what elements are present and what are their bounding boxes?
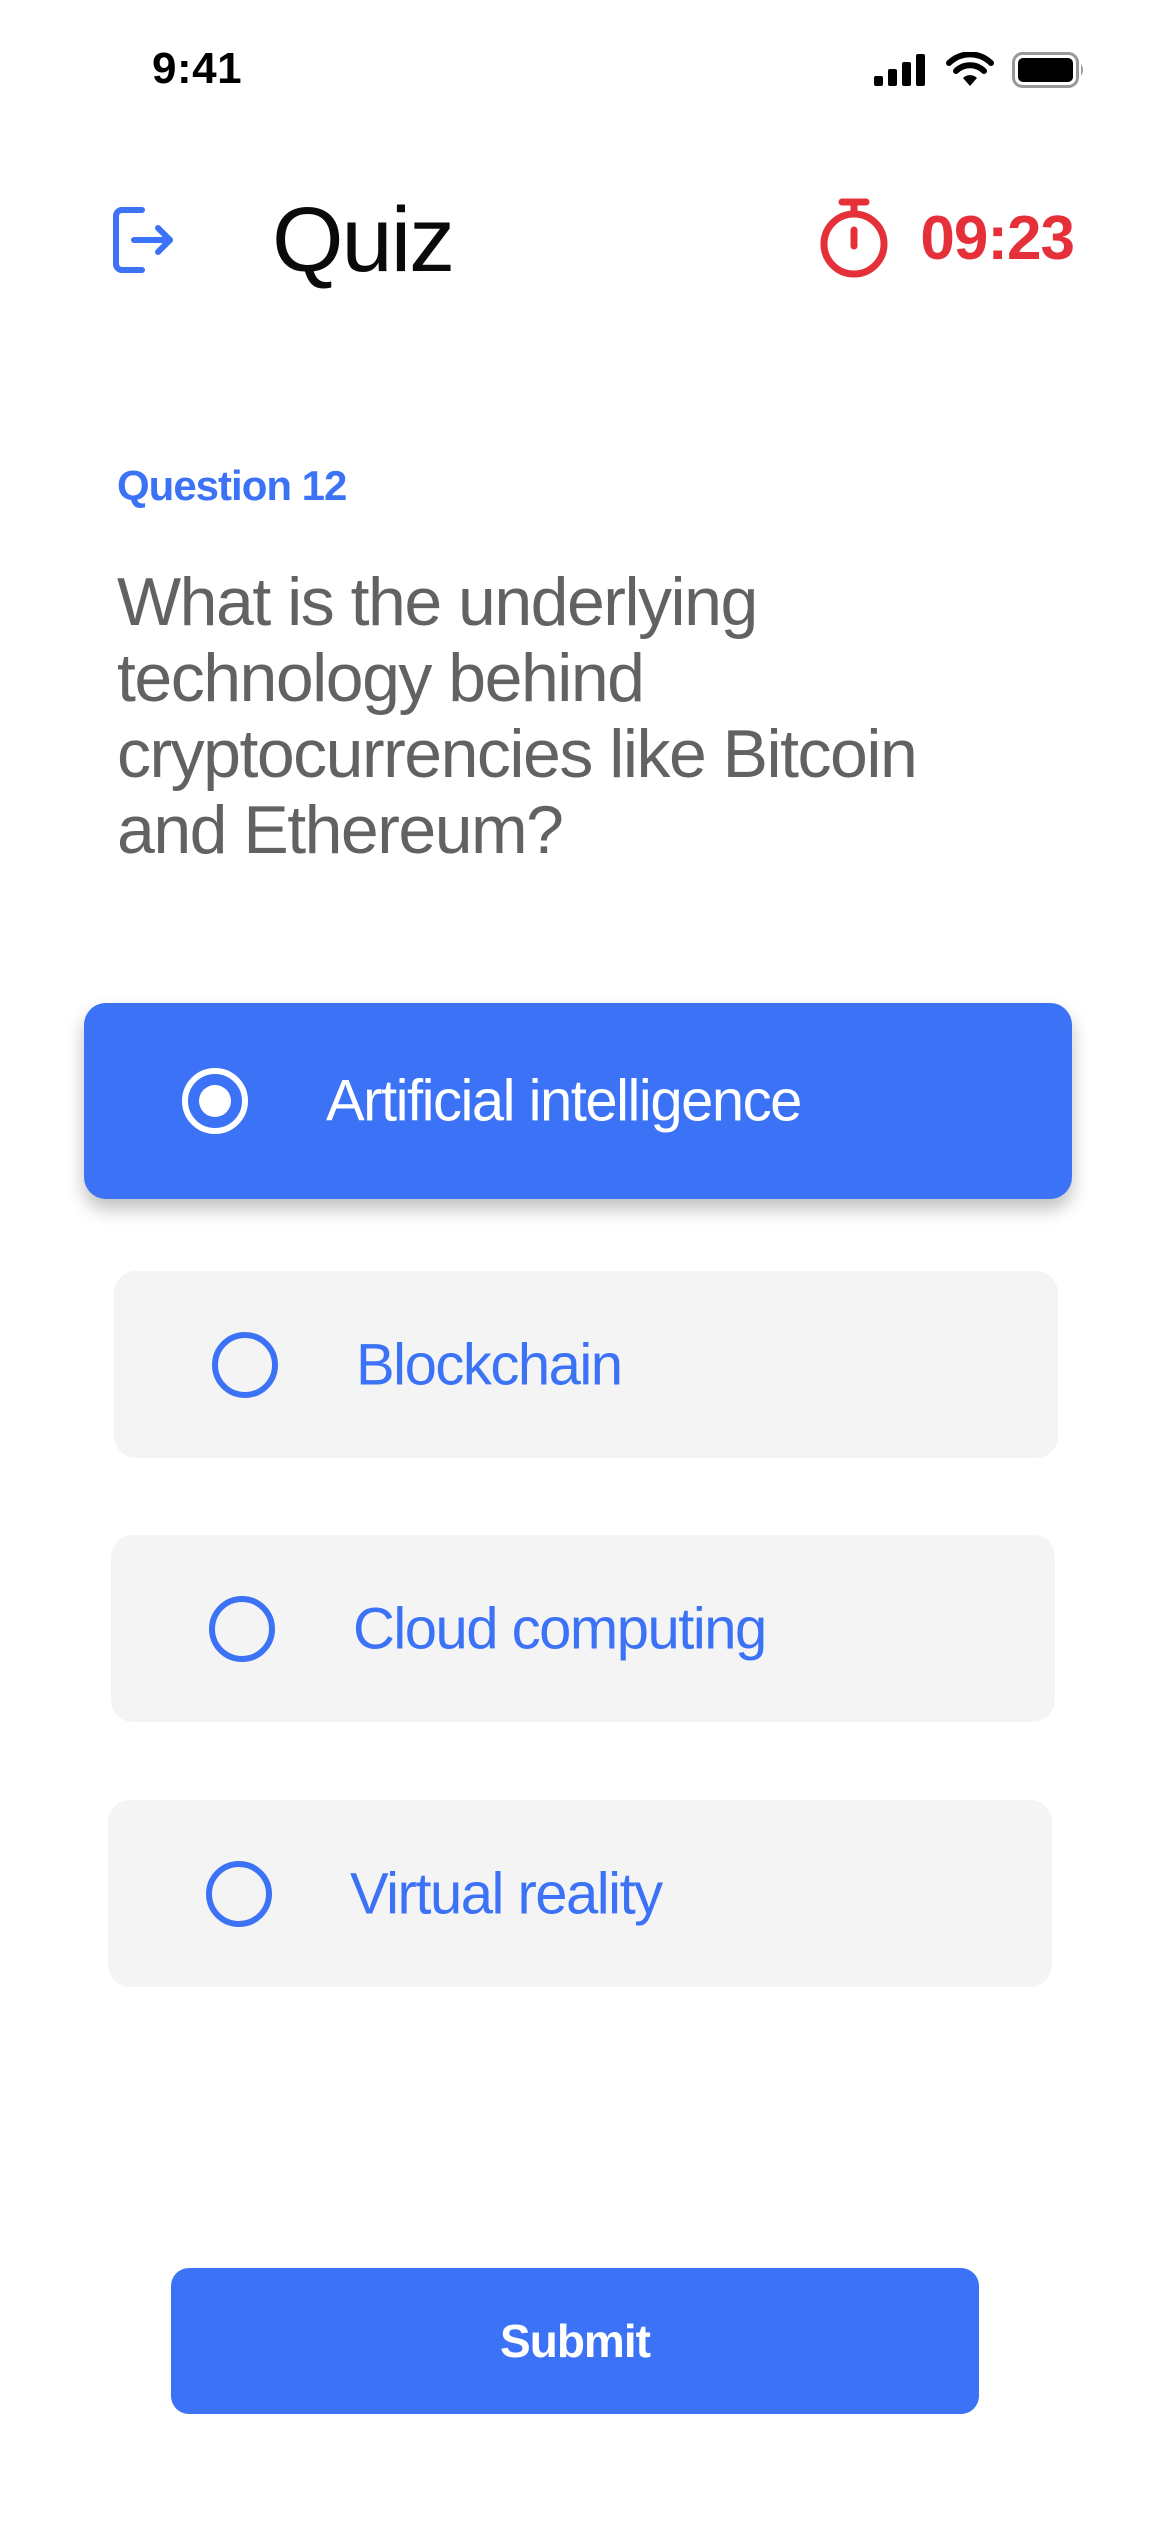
radio-unselected-icon <box>209 1595 275 1662</box>
answer-option-blockchain[interactable]: Blockchain <box>114 1271 1058 1458</box>
quiz-timer: 09:23 <box>818 196 1075 280</box>
answer-option-label: Virtual reality <box>350 1861 663 1926</box>
page-title: Quiz <box>272 189 455 291</box>
stopwatch-icon <box>820 198 888 278</box>
wifi-icon <box>946 52 994 86</box>
radio-unselected-icon <box>206 1860 272 1927</box>
submit-button[interactable]: Submit <box>171 2268 979 2414</box>
timer-value: 09:23 <box>920 203 1075 273</box>
question-text: What is the underlying technology behind… <box>117 564 918 868</box>
status-icons <box>874 52 1086 88</box>
exit-icon <box>113 207 173 273</box>
answer-option-label: Cloud computing <box>353 1596 767 1661</box>
question-number: Question 12 <box>117 462 347 509</box>
exit-button[interactable] <box>108 200 180 280</box>
battery-icon <box>1012 52 1083 88</box>
answer-option-virtual-reality[interactable]: Virtual reality <box>108 1800 1052 1987</box>
radio-unselected-icon <box>212 1331 278 1398</box>
status-time: 9:41 <box>152 44 243 93</box>
cellular-signal-icon <box>874 54 925 86</box>
quiz-screen: 9:41 Quiz 09:23 Question 12 What is the … <box>0 0 1170 2532</box>
answer-option-artificial-intelligence[interactable]: Artificial intelligence <box>84 1003 1072 1199</box>
answer-option-label: Artificial intelligence <box>326 1068 802 1134</box>
answer-option-label: Blockchain <box>356 1332 623 1397</box>
radio-selected-icon <box>182 1068 248 1134</box>
answer-option-cloud-computing[interactable]: Cloud computing <box>111 1535 1055 1722</box>
